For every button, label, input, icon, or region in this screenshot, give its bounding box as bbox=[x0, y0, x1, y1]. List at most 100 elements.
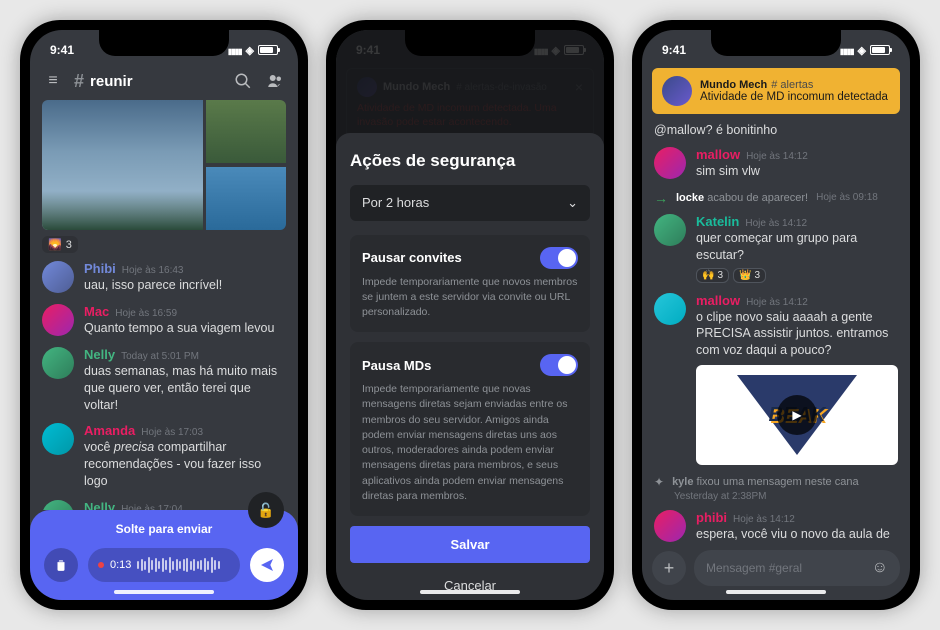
duration-select[interactable]: Por 2 horas ⌄ bbox=[350, 185, 590, 221]
avatar[interactable] bbox=[654, 214, 686, 246]
battery-icon bbox=[870, 45, 890, 55]
message-list[interactable]: 🌄 3 Phibi Hoje às 16:43 uau, isso parece … bbox=[30, 100, 298, 510]
screen: 9:41 Mundo Mech # alertas-de-invasão × A… bbox=[336, 30, 604, 600]
username[interactable]: mallow bbox=[696, 293, 740, 308]
message-text: @mallow? é bonitinho bbox=[654, 122, 898, 139]
home-indicator[interactable] bbox=[420, 590, 520, 594]
username[interactable]: Phibi bbox=[84, 261, 116, 276]
screen: 9:41 Mundo Mech # alertas Atividade de M… bbox=[642, 30, 910, 600]
avatar[interactable] bbox=[42, 261, 74, 293]
modal-overlay[interactable]: Ações de segurança Por 2 horas ⌄ Pausar … bbox=[336, 30, 604, 600]
lock-icon[interactable]: 🔓 bbox=[248, 492, 284, 528]
timestamp: Hoje às 16:59 bbox=[115, 308, 177, 319]
timestamp: Hoje às 16:43 bbox=[122, 265, 184, 276]
alert-channel-name: # alertas bbox=[771, 79, 813, 91]
duration-value: Por 2 horas bbox=[362, 195, 429, 210]
toggle-label: Pausa MDs bbox=[362, 358, 431, 373]
avatar[interactable] bbox=[42, 347, 74, 379]
system-message: → locke acabou de aparecer! Hoje às 09:1… bbox=[654, 190, 898, 206]
members-icon[interactable] bbox=[264, 70, 286, 92]
message-text: uau, isso parece incrível! bbox=[84, 277, 286, 294]
message-text: espera, você viu o novo da aula de dança… bbox=[696, 526, 898, 542]
message[interactable]: AmandaHoje às 17:03 você precisa compart… bbox=[42, 423, 286, 490]
delete-recording-button[interactable] bbox=[44, 548, 78, 582]
timestamp: Hoje às 09:18 bbox=[816, 192, 878, 203]
reaction-emoji: 🌄 bbox=[48, 238, 62, 251]
play-icon[interactable]: ▶ bbox=[777, 395, 817, 435]
image-small-1[interactable] bbox=[206, 100, 286, 163]
message-text: Quanto tempo a sua viagem levou bbox=[84, 320, 286, 337]
username[interactable]: mallow bbox=[696, 147, 740, 162]
username[interactable]: phibi bbox=[696, 510, 727, 525]
username[interactable]: Katelin bbox=[696, 214, 739, 229]
channel-header: ≡ # reunir bbox=[30, 62, 298, 100]
avatar[interactable] bbox=[42, 423, 74, 455]
home-indicator[interactable] bbox=[726, 590, 826, 594]
avatar[interactable] bbox=[654, 510, 686, 542]
notch bbox=[99, 30, 229, 56]
toggle-label: Pausar convites bbox=[362, 250, 462, 265]
message[interactable]: phibi Hoje às 14:12 espera, você viu o no… bbox=[654, 510, 898, 542]
pause-invites-toggle[interactable] bbox=[540, 247, 578, 269]
send-recording-button[interactable] bbox=[250, 548, 284, 582]
reaction-pill[interactable]: 🙌3 bbox=[696, 268, 729, 283]
image-large[interactable] bbox=[42, 100, 203, 230]
reaction-count: 3 bbox=[66, 239, 72, 251]
cancel-button[interactable]: Cancelar bbox=[350, 567, 590, 600]
channel-name-label: reunir bbox=[90, 73, 133, 90]
username[interactable]: Nelly bbox=[84, 500, 115, 510]
avatar[interactable] bbox=[654, 147, 686, 179]
username[interactable]: Nelly bbox=[84, 347, 115, 362]
waveform[interactable]: 0:13 bbox=[88, 548, 240, 582]
server-avatar bbox=[662, 76, 692, 106]
image-small-2[interactable] bbox=[206, 167, 286, 230]
message[interactable]: Mac Hoje às 16:59 Quanto tempo a sua viag… bbox=[42, 304, 286, 337]
voice-controls: 0:13 bbox=[44, 548, 284, 582]
alert-text: Atividade de MD incomum detectada bbox=[700, 91, 890, 103]
reaction-row: 🌄 3 bbox=[42, 236, 286, 253]
toggle-description: Impede temporariamente que novos membros… bbox=[362, 275, 578, 321]
menu-icon[interactable]: ≡ bbox=[42, 70, 64, 92]
username[interactable]: Mac bbox=[84, 304, 109, 319]
pause-dms-toggle[interactable] bbox=[540, 354, 578, 376]
avatar[interactable] bbox=[654, 293, 686, 325]
timestamp: Hoje às 17:03 bbox=[141, 427, 203, 438]
message-text: sim sim vlw bbox=[696, 163, 898, 180]
avatar[interactable] bbox=[42, 304, 74, 336]
toggle-card-invites: Pausar convites Impede temporariamente q… bbox=[350, 235, 590, 333]
battery-icon bbox=[258, 45, 278, 55]
pinned-system-message: ✦ kyle fixou uma mensagem neste cana bbox=[654, 475, 898, 489]
add-attachment-button[interactable]: + bbox=[652, 551, 686, 585]
message[interactable]: NellyToday at 5:01 PM duas semanas, mas … bbox=[42, 347, 286, 414]
system-action: acabou de aparecer! bbox=[707, 192, 808, 204]
reaction-pill[interactable]: 🌄 3 bbox=[42, 236, 78, 253]
alert-banner[interactable]: Mundo Mech # alertas Atividade de MD inc… bbox=[652, 68, 900, 114]
system-username[interactable]: locke bbox=[676, 192, 704, 204]
pinned-action: fixou uma mensagem neste cana bbox=[697, 476, 859, 488]
wifi-icon bbox=[858, 43, 866, 57]
search-icon[interactable] bbox=[232, 70, 254, 92]
message-input[interactable]: Mensagem #geral ☺ bbox=[694, 550, 900, 586]
timestamp: Hoje às 14:12 bbox=[733, 514, 795, 525]
image-attachment[interactable] bbox=[42, 100, 286, 230]
username[interactable]: Amanda bbox=[84, 423, 135, 438]
message[interactable]: KatelinHoje às 14:12 quer começar um gru… bbox=[654, 214, 898, 283]
message-body: Mac Hoje às 16:59 Quanto tempo a sua viag… bbox=[84, 304, 286, 337]
message[interactable]: mallowHoje às 14:12 sim sim vlw bbox=[654, 147, 898, 180]
voice-hint-label: Solte para enviar bbox=[44, 522, 284, 536]
reaction-pill[interactable]: 👑3 bbox=[733, 268, 766, 283]
emoji-icon[interactable]: ☺ bbox=[872, 559, 888, 577]
video-embed[interactable]: BEAK ▶ bbox=[696, 365, 898, 465]
home-indicator[interactable] bbox=[114, 590, 214, 594]
status-icons bbox=[840, 43, 890, 57]
save-button[interactable]: Salvar bbox=[350, 526, 590, 563]
status-time: 9:41 bbox=[50, 43, 74, 57]
avatar[interactable] bbox=[42, 500, 74, 510]
message[interactable]: Phibi Hoje às 16:43 uau, isso parece incr… bbox=[42, 261, 286, 294]
message[interactable]: mallowHoje às 14:12 o clipe novo saiu aa… bbox=[654, 293, 898, 466]
pinned-username[interactable]: kyle bbox=[672, 476, 693, 488]
screen: 9:41 ≡ # reunir bbox=[30, 30, 298, 600]
hash-icon: # bbox=[74, 71, 84, 92]
channel-title[interactable]: # reunir bbox=[74, 71, 222, 92]
message-list[interactable]: @mallow? é bonitinho mallowHoje às 14:12… bbox=[642, 122, 910, 542]
